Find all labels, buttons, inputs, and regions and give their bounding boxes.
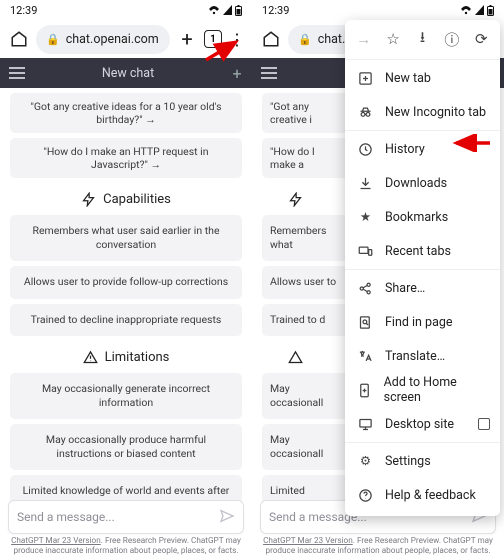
menu-desktop-site[interactable]: Desktop site [345, 407, 500, 441]
limitation-item: May occasionally produce harmful instruc… [10, 424, 242, 470]
devices-icon [357, 244, 374, 259]
lock-icon: 🔒 [46, 33, 60, 46]
url-text: chat.openai.com [66, 32, 159, 47]
limitation-item: May occasionall [262, 373, 348, 419]
incognito-icon [357, 105, 374, 120]
home-icon[interactable] [8, 30, 30, 48]
example-prompt[interactable]: "How do I make a [262, 138, 348, 178]
menu-help[interactable]: Help & feedback [345, 478, 500, 512]
info-icon[interactable]: ⓘ [440, 29, 464, 50]
limitations-heading: Limitations [0, 350, 252, 365]
phone-right: 12:39 🔒 chat.ope "Got any creative i "Ho… [252, 0, 504, 560]
hamburger-icon[interactable] [0, 67, 34, 79]
menu-add-home[interactable]: Add to Home screen [345, 373, 500, 407]
limitation-item: May occasionally generate incorrect info… [10, 373, 242, 419]
menu-settings[interactable]: ⚙Settings [345, 444, 500, 478]
status-bar: 12:39 [252, 0, 504, 20]
example-prompt[interactable]: "Got any creative ideas for a 10 year ol… [10, 93, 242, 133]
capability-item: Trained to decline inappropriate request… [10, 304, 242, 336]
share-icon [357, 281, 374, 296]
hamburger-icon[interactable] [252, 67, 286, 79]
limitation-item: May occasionall [262, 424, 348, 470]
status-bar: 12:39 [0, 0, 252, 20]
menu-translate[interactable]: Translate… [345, 339, 500, 373]
example-prompt[interactable]: "How do I make an HTTP request in Javasc… [10, 138, 242, 178]
find-icon [357, 315, 374, 330]
menu-bookmarks[interactable]: ★Bookmarks [345, 200, 500, 234]
status-icons [208, 5, 242, 16]
composer[interactable]: Send a message... [8, 500, 244, 534]
menu-incognito[interactable]: New Incognito tab [345, 95, 500, 129]
capability-item: Allows user to provide follow-up correct… [10, 266, 242, 298]
menu-find[interactable]: Find in page [345, 305, 500, 339]
capabilities-heading: Capabilities [0, 192, 252, 207]
menu-recent-tabs[interactable]: Recent tabs [345, 234, 500, 268]
menu-new-tab[interactable]: New tab [345, 61, 500, 95]
forward-icon[interactable]: → [352, 30, 376, 48]
capability-item: Trained to d [262, 304, 348, 336]
chrome-overflow-menu: → ☆ ⭳ ⓘ ⟳ New tab New Incognito tab Hist… [345, 20, 500, 516]
menu-share[interactable]: Share… [345, 271, 500, 305]
star-icon: ★ [357, 209, 374, 225]
new-tab-icon[interactable]: + [176, 27, 198, 51]
footer-note: ChatGPT Mar 23 Version. Free Research Pr… [260, 536, 496, 557]
gear-icon: ⚙ [357, 453, 374, 469]
help-icon [357, 488, 374, 503]
reload-icon[interactable]: ⟳ [469, 30, 493, 48]
desktop-icon [357, 417, 374, 432]
history-icon [357, 142, 374, 157]
checkbox[interactable] [478, 418, 490, 430]
address-field[interactable]: 🔒 chat.openai.com [36, 25, 170, 54]
menu-top-actions: → ☆ ⭳ ⓘ ⟳ [345, 20, 500, 58]
phone-left: 12:39 🔒 chat.openai.com + 1 ⋮ New chat +… [0, 0, 252, 560]
send-icon[interactable] [219, 508, 235, 527]
download-icon[interactable]: ⭳ [410, 27, 434, 52]
annotation-arrow [202, 36, 244, 64]
phone-plus-icon [357, 383, 373, 398]
bookmark-star-icon[interactable]: ☆ [381, 30, 405, 48]
example-prompt[interactable]: "Got any creative i [262, 93, 348, 133]
footer-note: ChatGPT Mar 23 Version. Free Research Pr… [8, 536, 244, 557]
clock: 12:39 [10, 4, 37, 17]
capability-item: Remembers what [262, 215, 348, 261]
new-chat-icon[interactable]: + [222, 64, 252, 83]
downloads-icon [357, 176, 374, 191]
menu-downloads[interactable]: Downloads [345, 166, 500, 200]
clock: 12:39 [262, 4, 289, 17]
capability-item: Remembers what user said earlier in the … [10, 215, 242, 261]
home-icon[interactable] [260, 30, 282, 48]
status-icons [460, 5, 494, 16]
annotation-arrow [448, 134, 492, 152]
page-content: New chat + "Got any creative ideas for a… [0, 58, 252, 560]
plus-box-icon [357, 71, 374, 86]
translate-icon [357, 349, 374, 364]
lock-icon: 🔒 [298, 33, 312, 46]
capability-item: Allows user to [262, 266, 348, 298]
composer-placeholder: Send a message... [17, 510, 115, 524]
chat-title: New chat [34, 66, 222, 81]
